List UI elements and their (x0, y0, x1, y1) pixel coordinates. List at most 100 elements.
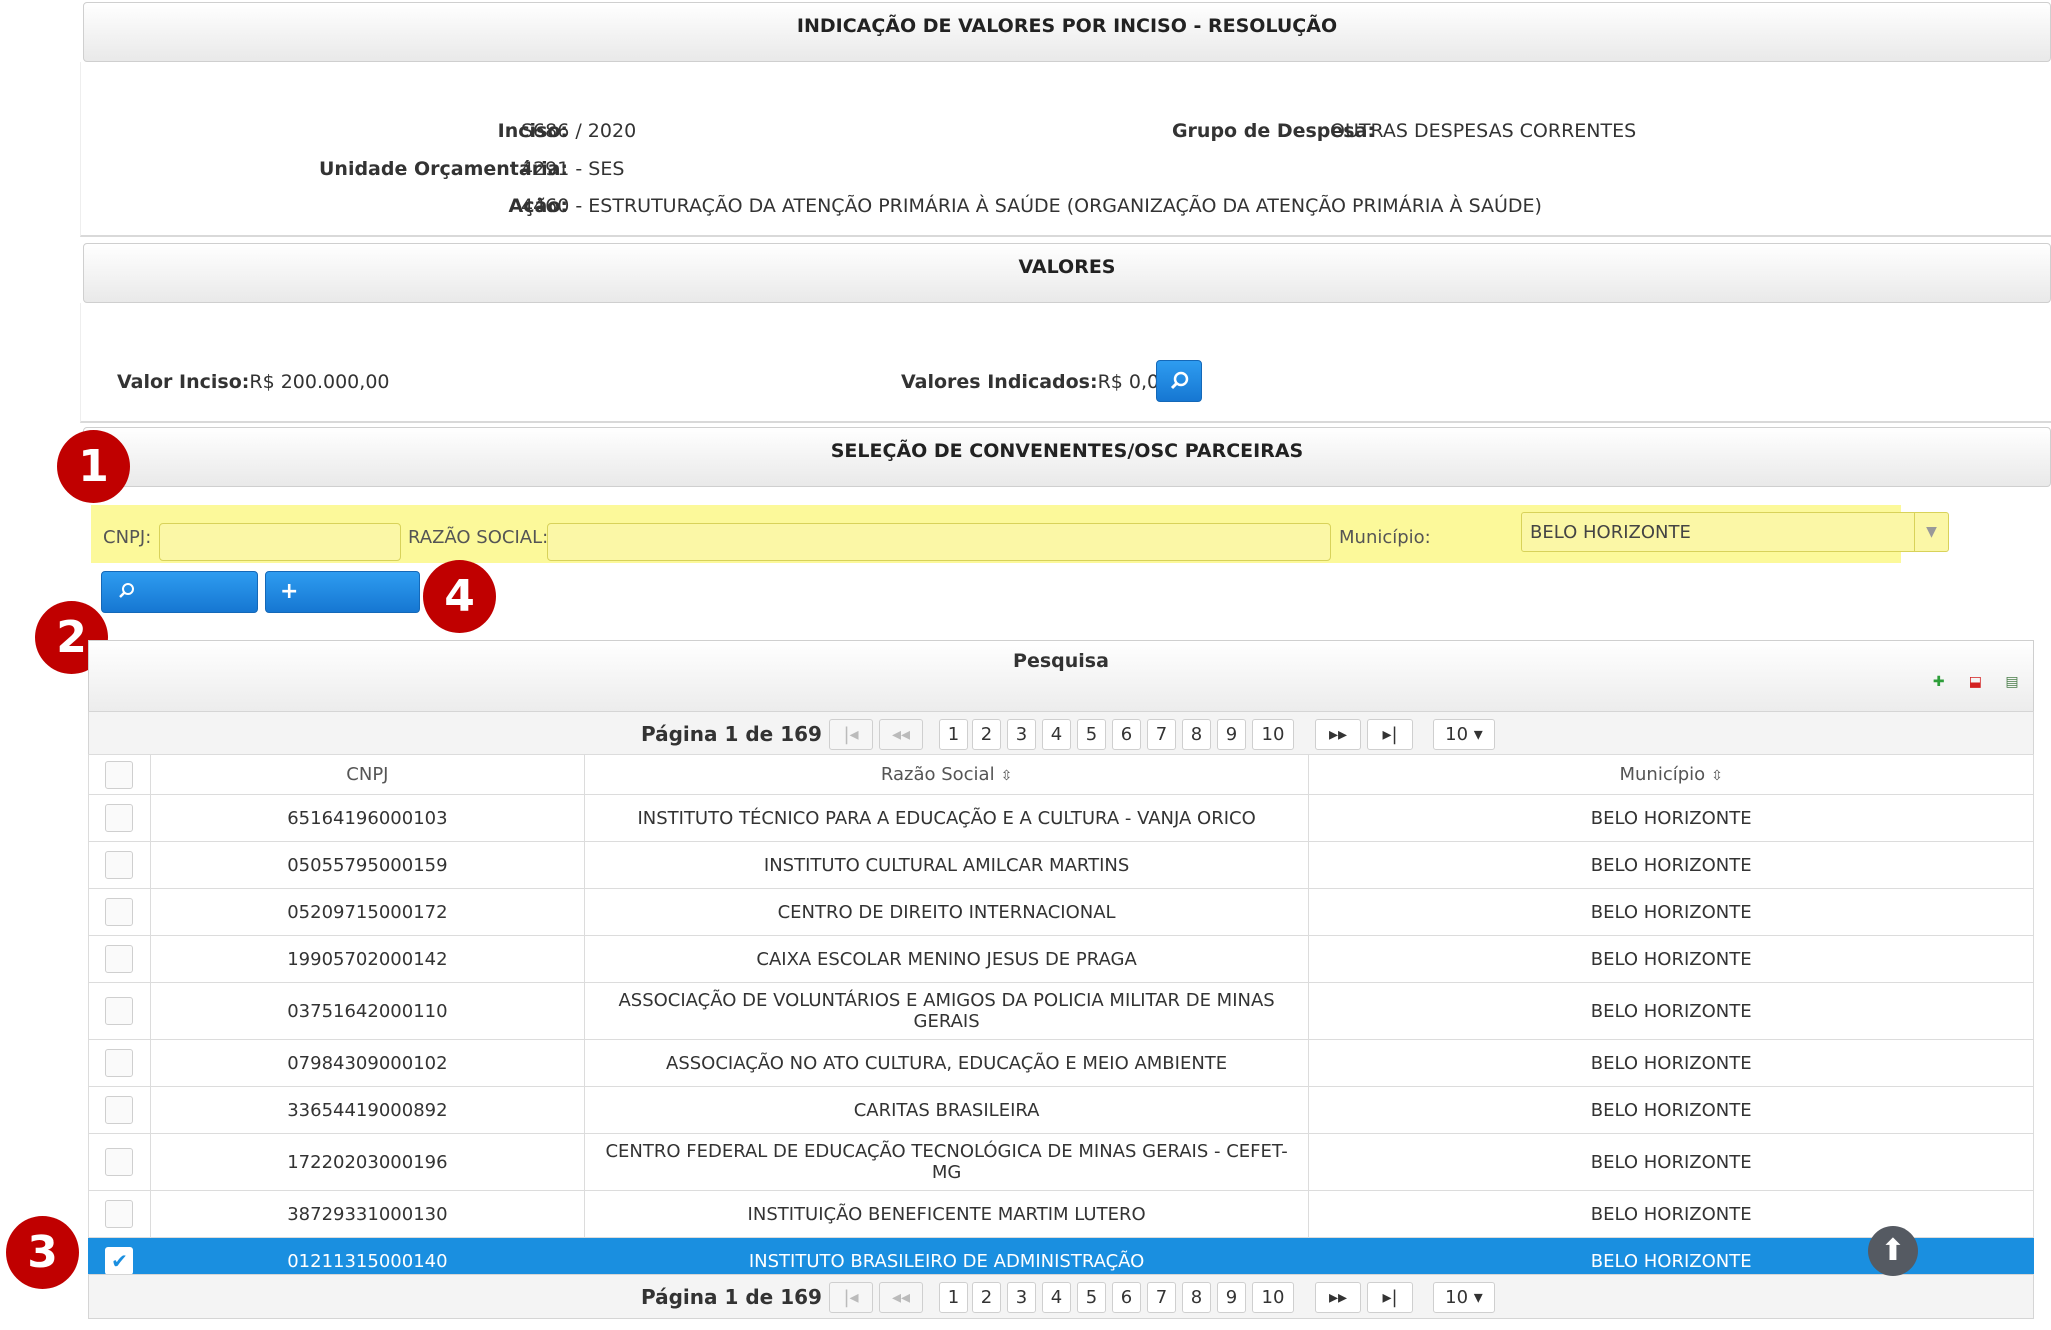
view-valores-button[interactable] (1156, 360, 1202, 402)
unidade-value: 4291 - SES (521, 158, 625, 180)
section-header-valores: VALORES (83, 243, 2051, 303)
csv-icon[interactable]: ▤ (1999, 674, 2025, 704)
table-row[interactable]: 07984309000102 ASSOCIAÇÃO NO ATO CULTURA,… (88, 1039, 2034, 1087)
page-button[interactable]: 10 (1252, 719, 1294, 750)
cnpj-input[interactable] (159, 523, 401, 561)
row-select-cell (88, 794, 151, 842)
section-header-selecao: SELEÇÃO DE CONVENENTES/OSC PARCEIRAS (83, 427, 2051, 487)
page-button[interactable]: 3 (1007, 719, 1036, 750)
page-button[interactable]: 7 (1147, 719, 1176, 750)
select-all-checkbox[interactable] (105, 760, 134, 789)
step-badge-3: 3 (6, 1216, 79, 1289)
row-checkbox[interactable] (105, 1049, 134, 1077)
cell-razao: INSTITUTO TÉCNICO PARA A EDUCAÇÃO E A CU… (583, 794, 1310, 842)
pdf-icon[interactable]: ⬓ (1962, 674, 1988, 704)
page-button[interactable]: 2 (972, 1282, 1001, 1313)
page-size-select[interactable]: 10 ▾ (1433, 719, 1495, 750)
row-checkbox[interactable] (105, 1096, 134, 1124)
page-button[interactable]: 4 (1042, 719, 1071, 750)
acao-value: 4460 - ESTRUTURAÇÃO DA ATENÇÃO PRIMÁRIA … (521, 195, 1542, 217)
row-checkbox[interactable] (105, 945, 134, 973)
first-page-button[interactable]: |◂ (829, 1282, 873, 1313)
section-title: VALORES (1018, 256, 1116, 278)
page-button[interactable]: 8 (1182, 1282, 1211, 1313)
cell-municipio: BELO HORIZONTE (1308, 935, 2034, 983)
table-row[interactable]: 38729331000130 INSTITUIÇÃO BENEFICENTE MA… (88, 1190, 2034, 1238)
row-checkbox[interactable] (105, 898, 134, 926)
column-header-municipio[interactable]: Município ⇳ (1308, 754, 2034, 795)
table-row[interactable]: 05055795000159 INSTITUTO CULTURAL AMILCAR… (88, 841, 2034, 889)
cnpj-label: CNPJ: (103, 527, 152, 548)
page-button[interactable]: 3 (1007, 1282, 1036, 1313)
prev-page-button[interactable]: ◂◂ (879, 719, 923, 750)
plus-icon: + (280, 579, 299, 604)
cell-cnpj: 33654419000892 (149, 1086, 585, 1134)
sort-icon[interactable]: ⇳ (1001, 768, 1013, 784)
first-page-button[interactable]: |◂ (829, 719, 873, 750)
page-button[interactable]: 1 (939, 719, 968, 750)
cell-municipio: BELO HORIZONTE (1308, 888, 2034, 936)
page-button[interactable]: 5 (1077, 719, 1106, 750)
select-all-cell (88, 754, 151, 795)
results-table: CNPJ Razão Social ⇳ Município ⇳ 6516419600… (88, 754, 2034, 1285)
column-header-razao-social[interactable]: Razão Social ⇳ (583, 754, 1310, 795)
municipio-selected: BELO HORIZONTE (1530, 522, 1691, 543)
row-checkbox[interactable] (105, 851, 134, 879)
prev-page-button[interactable]: ◂◂ (879, 1282, 923, 1313)
column-label: Município (1619, 764, 1706, 785)
page-button[interactable]: 8 (1182, 719, 1211, 750)
column-label: CNPJ (346, 764, 389, 785)
municipio-label: Município: (1339, 527, 1431, 548)
table-row[interactable]: 03751642000110 ASSOCIAÇÃO DE VOLUNTÁRIOS … (88, 982, 2034, 1040)
page-button[interactable]: 5 (1077, 1282, 1106, 1313)
page-button[interactable]: 1 (939, 1282, 968, 1313)
chevron-down-icon[interactable]: ▼ (1914, 513, 1948, 551)
pesquisar-button[interactable]: Pesquisar (101, 571, 258, 643)
page-size-select[interactable]: 10 ▾ (1433, 1282, 1495, 1313)
row-select-cell (88, 982, 151, 1040)
row-checkbox[interactable] (105, 1200, 134, 1228)
razao-social-input[interactable] (547, 523, 1331, 561)
cell-cnpj: 19905702000142 (149, 935, 585, 983)
last-page-button[interactable]: ▸| (1367, 1282, 1413, 1313)
cell-municipio: BELO HORIZONTE (1308, 1133, 2034, 1191)
row-checkbox[interactable] (105, 997, 134, 1025)
row-select-cell (88, 935, 151, 983)
adicionar-button[interactable]: + Adicionar (265, 571, 420, 643)
valores-indicados-label: Valores Indicados: (901, 371, 1098, 393)
row-checkbox[interactable] (105, 804, 134, 832)
municipio-select[interactable]: BELO HORIZONTE ▼ (1521, 512, 1949, 552)
arrow-up-icon[interactable]: ⬆ (1868, 1226, 1918, 1276)
cell-municipio: BELO HORIZONTE (1308, 1039, 2034, 1087)
page-button[interactable]: 7 (1147, 1282, 1176, 1313)
grupo-despesa-value: OUTRAS DESPESAS CORRENTES (1330, 120, 1637, 142)
page-button[interactable]: 6 (1112, 719, 1141, 750)
table-row[interactable]: 17220203000196 CENTRO FEDERAL DE EDUCAÇÃO… (88, 1133, 2034, 1191)
grid-header: Pesquisa ✚ ⬓ ▤ (88, 640, 2034, 712)
table-row[interactable]: 33654419000892 CARITAS BRASILEIRA BELO HOR… (88, 1086, 2034, 1134)
cell-cnpj: 65164196000103 (149, 794, 585, 842)
pager-bottom: Página 1 de 169 |◂ ◂◂ 1 2 3 4 5 6 7 8 9 … (88, 1274, 2034, 1319)
page-button[interactable]: 4 (1042, 1282, 1071, 1313)
page-button[interactable]: 9 (1217, 1282, 1246, 1313)
grid-title: Pesquisa (1013, 650, 1109, 672)
table-row[interactable]: 65164196000103 INSTITUTO TÉCNICO PARA A E… (88, 794, 2034, 842)
excel-icon[interactable]: ✚ (1926, 674, 1952, 704)
row-select-cell (88, 1190, 151, 1238)
sort-icon[interactable]: ⇳ (1711, 768, 1723, 784)
table-row[interactable]: 19905702000142 CAIXA ESCOLAR MENINO JESUS… (88, 935, 2034, 983)
last-page-button[interactable]: ▸| (1367, 719, 1413, 750)
cell-municipio: BELO HORIZONTE (1308, 982, 2034, 1040)
page-button[interactable]: 2 (972, 719, 1001, 750)
table-header-row: CNPJ Razão Social ⇳ Município ⇳ (88, 754, 2034, 795)
next-page-button[interactable]: ▸▸ (1315, 719, 1361, 750)
step-badge-1: 1 (57, 430, 130, 503)
table-row[interactable]: 05209715000172 CENTRO DE DIREITO INTERNAC… (88, 888, 2034, 936)
row-checkbox[interactable] (105, 1148, 134, 1176)
page-button[interactable]: 6 (1112, 1282, 1141, 1313)
page-button[interactable]: 10 (1252, 1282, 1294, 1313)
next-page-button[interactable]: ▸▸ (1315, 1282, 1361, 1313)
cell-razao: CENTRO DE DIREITO INTERNACIONAL (583, 888, 1310, 936)
checkmark-icon[interactable]: ✔ (105, 1247, 134, 1275)
page-button[interactable]: 9 (1217, 719, 1246, 750)
